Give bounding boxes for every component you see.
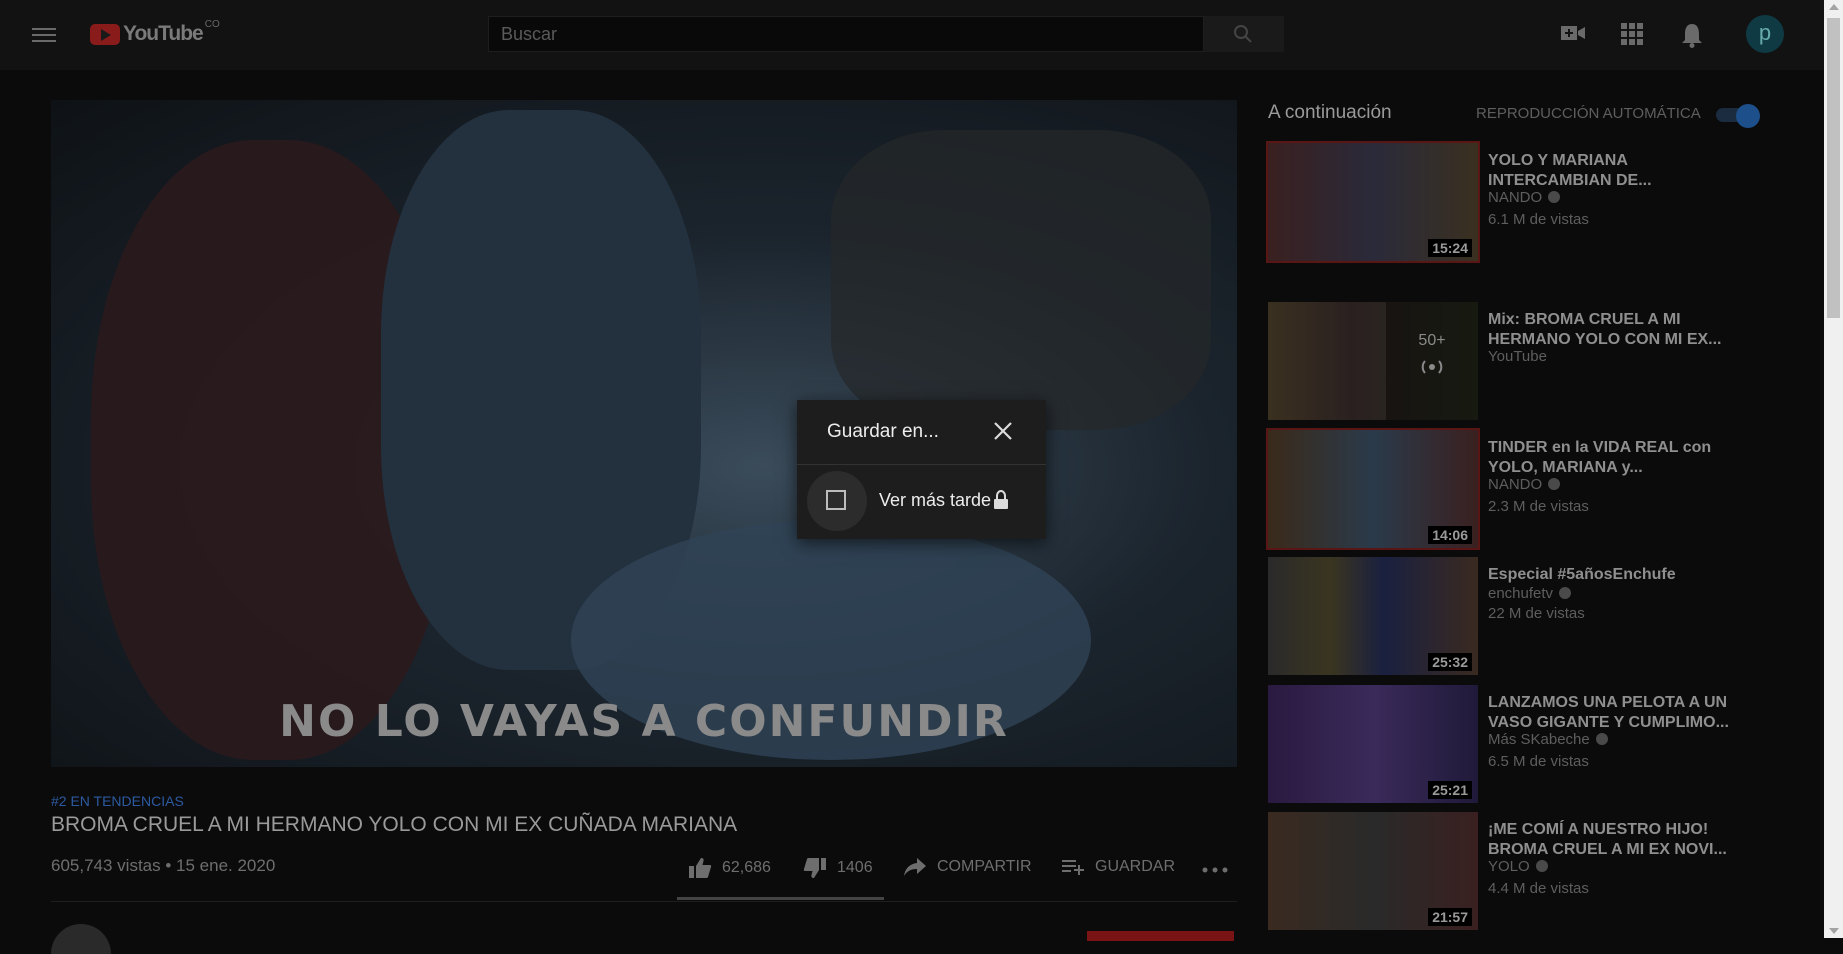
like-button[interactable]: 62,686 xyxy=(688,857,771,879)
scrollbar-thumb[interactable] xyxy=(1827,18,1840,318)
share-label: COMPARTIR xyxy=(937,858,1032,875)
video-title[interactable]: Mix: BROMA CRUEL A MI HERMANO YOLO CON M… xyxy=(1488,310,1748,350)
dislike-count: 1406 xyxy=(837,859,873,876)
close-icon[interactable] xyxy=(992,420,1014,442)
divider xyxy=(51,901,1237,902)
more-actions-icon[interactable] xyxy=(1202,866,1228,874)
search-icon xyxy=(1234,25,1252,43)
playlist-option[interactable]: Ver más tarde xyxy=(797,465,1046,537)
youtube-logo[interactable]: YouTube CO xyxy=(90,18,220,46)
view-count: 4.4 M de vistas xyxy=(1488,880,1589,897)
scroll-down-arrow-icon[interactable] xyxy=(1829,928,1839,934)
logo-text: YouTube xyxy=(123,22,204,45)
verified-icon xyxy=(1595,733,1608,745)
notifications-icon[interactable] xyxy=(1681,22,1703,48)
mix-thumbnail[interactable]: 50+ xyxy=(1268,302,1478,420)
view-count: 2.3 M de vistas xyxy=(1488,498,1589,515)
verified-icon xyxy=(1548,478,1561,490)
duration-badge: 15:24 xyxy=(1428,239,1472,257)
logo-country: CO xyxy=(204,18,220,30)
search-input[interactable]: Buscar xyxy=(488,16,1204,52)
channel-name[interactable]: YOLO xyxy=(1488,858,1548,875)
video-player[interactable]: NO LO VAYAS A CONFUNDIR xyxy=(51,100,1237,767)
save-label: GUARDAR xyxy=(1095,858,1176,875)
trending-link[interactable]: #2 EN TENDENCIAS xyxy=(51,793,184,809)
list-item[interactable]: 21:57 ¡ME COMÍ A NUESTRO HIJO! BROMA CRU… xyxy=(1268,812,1788,932)
thumbs-down-icon xyxy=(803,858,826,878)
channel-name[interactable]: NANDO xyxy=(1488,476,1561,493)
like-ratio-bar xyxy=(677,897,884,900)
video-thumbnail[interactable]: 14:06 xyxy=(1266,428,1480,550)
view-count: 6.1 M de vistas xyxy=(1488,211,1589,228)
list-item[interactable]: 25:21 LANZAMOS UNA PELOTA A UN VASO GIGA… xyxy=(1268,685,1788,805)
mix-count: 50+ xyxy=(1418,332,1446,349)
view-count: 22 M de vistas xyxy=(1488,605,1585,622)
channel-name[interactable]: enchufetv xyxy=(1488,585,1572,602)
verified-icon xyxy=(1559,587,1572,599)
video-title[interactable]: LANZAMOS UNA PELOTA A UN VASO GIGANTE Y … xyxy=(1488,693,1748,733)
video-title[interactable]: TINDER en la VIDA REAL con YOLO, MARIANA… xyxy=(1488,438,1748,478)
page-scrollbar[interactable] xyxy=(1824,0,1843,938)
subscribe-button[interactable] xyxy=(1087,931,1234,941)
video-thumbnail[interactable]: 25:21 xyxy=(1268,685,1478,803)
save-to-playlist-dialog: Guardar en... Ver más tarde xyxy=(797,400,1046,539)
view-count: 6.5 M de vistas xyxy=(1488,753,1589,770)
autoplay-toggle[interactable] xyxy=(1716,104,1760,128)
top-bar: YouTube CO Buscar p xyxy=(0,0,1824,70)
dialog-title: Guardar en... xyxy=(827,421,939,442)
avatar[interactable]: p xyxy=(1746,15,1784,53)
video-title[interactable]: YOLO Y MARIANA INTERCAMBIAN DE... xyxy=(1488,151,1748,191)
duration-badge: 25:21 xyxy=(1428,781,1472,799)
video-caption: NO LO VAYAS A CONFUNDIR xyxy=(279,696,1009,747)
thumbs-up-icon xyxy=(689,858,712,878)
up-next-heading: A continuación xyxy=(1268,102,1392,123)
channel-avatar[interactable] xyxy=(51,924,111,954)
autoplay-label: REPRODUCCIÓN AUTOMÁTICA xyxy=(1476,105,1701,122)
scroll-up-arrow-icon[interactable] xyxy=(1829,4,1839,10)
video-title[interactable]: Especial #5añosEnchufe xyxy=(1488,565,1748,585)
views-date: 605,743 vistas • 15 ene. 2020 xyxy=(51,856,276,875)
dislike-button[interactable]: 1406 xyxy=(803,857,873,879)
duration-badge: 21:57 xyxy=(1428,908,1472,926)
create-video-icon[interactable] xyxy=(1560,22,1586,44)
video-thumbnail[interactable]: 15:24 xyxy=(1266,141,1480,263)
video-title: BROMA CRUEL A MI HERMANO YOLO CON MI EX … xyxy=(51,813,738,836)
share-icon xyxy=(904,858,926,876)
video-thumbnail[interactable]: 25:32 xyxy=(1268,557,1478,675)
menu-icon[interactable] xyxy=(32,24,56,44)
search-button[interactable] xyxy=(1204,16,1284,52)
like-count: 62,686 xyxy=(722,859,771,876)
list-item[interactable]: 50+ Mix: BROMA CRUEL A MI HERMANO YOLO C… xyxy=(1268,302,1788,422)
video-title[interactable]: ¡ME COMÍ A NUESTRO HIJO! BROMA CRUEL A M… xyxy=(1488,820,1748,860)
playlist-add-icon xyxy=(1062,860,1084,875)
verified-icon xyxy=(1548,191,1561,203)
youtube-play-icon xyxy=(90,23,120,45)
apps-icon[interactable] xyxy=(1620,22,1644,46)
save-button[interactable]: GUARDAR xyxy=(1061,857,1175,877)
verified-icon xyxy=(1535,860,1548,872)
list-item[interactable]: 14:06 TINDER en la VIDA REAL con YOLO, M… xyxy=(1266,428,1788,550)
channel-name[interactable]: Más SKabeche xyxy=(1488,731,1608,748)
share-button[interactable]: COMPARTIR xyxy=(903,857,1032,877)
playlist-label[interactable]: Ver más tarde xyxy=(879,490,991,511)
video-thumbnail[interactable]: 21:57 xyxy=(1268,812,1478,930)
lock-icon xyxy=(994,490,1008,509)
list-item[interactable]: 25:32 Especial #5añosEnchufe enchufetv 2… xyxy=(1268,557,1788,677)
channel-name[interactable]: YouTube xyxy=(1488,348,1547,365)
channel-name[interactable]: NANDO xyxy=(1488,189,1561,206)
duration-badge: 25:32 xyxy=(1428,653,1472,671)
watch-later-checkbox[interactable] xyxy=(826,490,846,510)
duration-badge: 14:06 xyxy=(1428,526,1472,544)
list-item[interactable]: 15:24 YOLO Y MARIANA INTERCAMBIAN DE... … xyxy=(1266,141,1788,263)
broadcast-icon xyxy=(1421,360,1443,374)
mix-overlay: 50+ xyxy=(1386,302,1478,420)
